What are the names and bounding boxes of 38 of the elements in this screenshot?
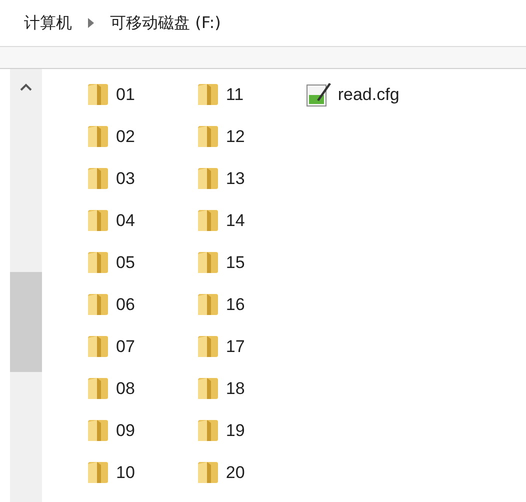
folder-item[interactable]: 19 [194,417,245,443]
folder-item[interactable]: 04 [85,207,135,233]
folder-item[interactable]: 17 [194,333,245,359]
folder-icon [85,207,111,233]
folder-icon [85,333,111,359]
folder-item[interactable]: 12 [194,123,245,149]
scrollbar[interactable] [10,69,42,502]
folder-item[interactable]: 09 [85,417,135,443]
file-item[interactable]: read.cfg [304,81,400,107]
folder-item[interactable]: 10 [85,459,135,485]
breadcrumb-item[interactable]: 可移动磁盘 (F:) [110,11,221,35]
folder-item[interactable]: 14 [194,207,245,233]
folder-item[interactable]: 02 [85,123,135,149]
scrollbar-thumb[interactable] [10,272,42,372]
folder-icon [85,249,111,275]
breadcrumb-item[interactable]: 计算机 [24,11,72,35]
folder-item[interactable]: 15 [194,249,245,275]
folder-item[interactable]: 13 [194,165,245,191]
folder-item[interactable]: 06 [85,291,135,317]
folder-item[interactable]: 05 [85,249,135,275]
folder-item[interactable]: 20 [194,459,245,485]
folder-icon [85,375,111,401]
chevron-icon [88,18,94,28]
text-file-icon [304,80,333,108]
folder-icon [85,459,111,485]
folder-item[interactable]: 16 [194,291,245,317]
folder-item[interactable]: 08 [85,375,135,401]
folder-icon [85,165,111,191]
scroll-up-icon[interactable] [20,83,32,91]
folder-item[interactable]: 18 [194,375,245,401]
folder-item[interactable]: 07 [85,333,135,359]
folder-item[interactable]: 11 [194,81,245,107]
folder-icon [85,123,111,149]
folder-icon [85,291,111,317]
folder-item[interactable]: 01 [85,81,135,107]
folder-item[interactable]: 03 [85,165,135,191]
folder-icon [85,81,111,107]
folder-icon [85,417,111,443]
